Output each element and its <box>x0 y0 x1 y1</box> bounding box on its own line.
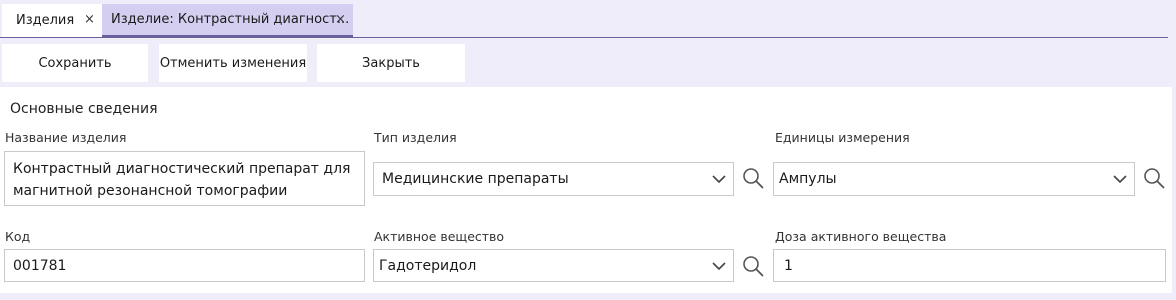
code-field[interactable]: 001781 <box>4 249 365 282</box>
close-button[interactable]: Закрыть <box>317 44 465 82</box>
search-icon[interactable] <box>1142 166 1166 190</box>
tab-label: Изделие: Контрастный диагност... <box>111 12 350 27</box>
units-value: Ампулы <box>779 171 837 187</box>
close-icon[interactable]: × <box>335 12 346 27</box>
type-select[interactable]: Медицинские препараты <box>373 162 734 196</box>
chevron-down-icon[interactable] <box>711 171 727 187</box>
type-label: Тип изделия <box>374 130 457 145</box>
tab-bar: Изделия × Изделие: Контрастный диагност.… <box>0 0 1176 39</box>
type-value: Медицинские препараты <box>382 171 569 187</box>
section-title: Основные сведения <box>10 101 158 117</box>
units-select[interactable]: Ампулы <box>773 162 1135 196</box>
tab-label: Изделия <box>16 13 75 28</box>
chevron-down-icon[interactable] <box>1112 171 1128 187</box>
tab-products[interactable]: Изделия × <box>2 4 102 37</box>
dose-value: 1 <box>784 258 793 274</box>
substance-select[interactable]: Гадотеридол <box>373 249 734 282</box>
cancel-changes-button[interactable]: Отменить изменения <box>159 44 307 82</box>
name-label: Название изделия <box>5 130 127 145</box>
units-label: Единицы измерения <box>775 130 910 145</box>
dose-field[interactable]: 1 <box>773 249 1166 282</box>
name-field[interactable]: Контрастный диагностический препарат для… <box>4 151 365 206</box>
tab-divider <box>0 37 1168 38</box>
substance-value: Гадотеридол <box>379 258 477 274</box>
search-icon[interactable] <box>741 166 765 190</box>
search-icon[interactable] <box>741 254 765 278</box>
code-label: Код <box>5 229 31 244</box>
dose-label: Доза активного вещества <box>775 229 947 244</box>
substance-label: Активное вещество <box>374 229 505 244</box>
chevron-down-icon[interactable] <box>711 258 727 274</box>
save-button[interactable]: Сохранить <box>2 44 148 82</box>
close-icon[interactable]: × <box>84 12 95 27</box>
name-value: Контрастный диагностический препарат для… <box>13 161 351 199</box>
code-value: 001781 <box>13 258 67 274</box>
tab-product-detail[interactable]: Изделие: Контрастный диагност... × <box>102 4 353 37</box>
